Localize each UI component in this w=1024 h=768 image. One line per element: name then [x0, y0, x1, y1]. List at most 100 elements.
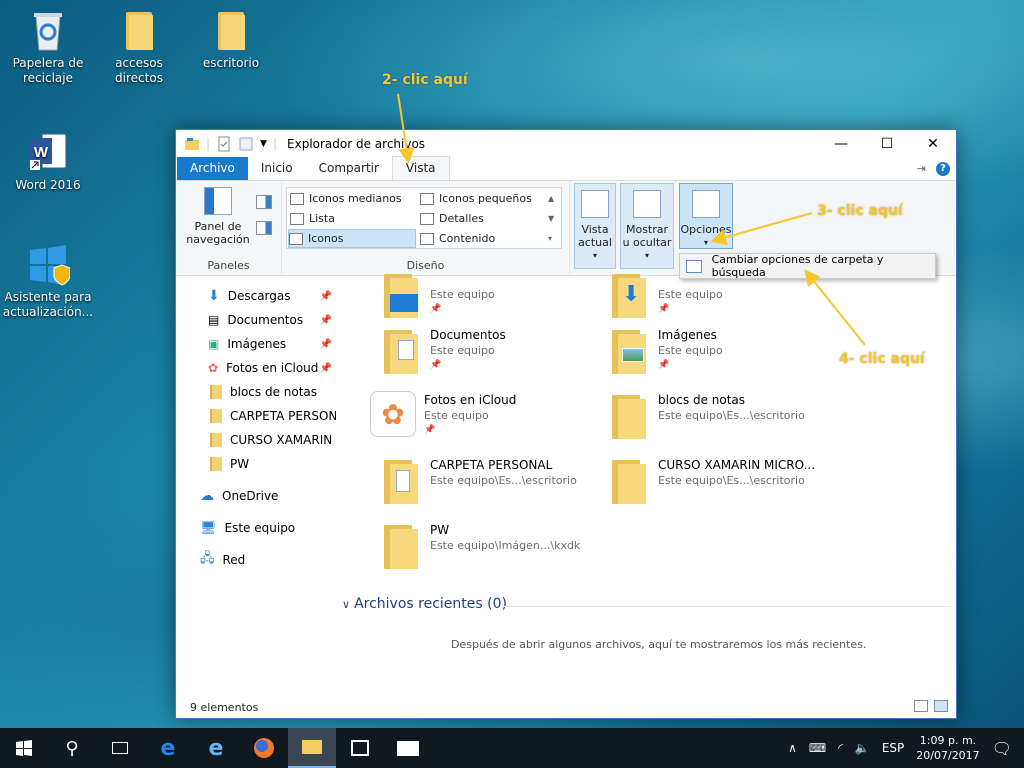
tile-fotos-icloud[interactable]: ✿ Fotos en iCloud Este equipo 📌	[370, 391, 600, 451]
current-view-button[interactable]: Vista actual ▾	[574, 183, 616, 269]
tab-vista[interactable]: Vista	[391, 156, 450, 180]
action-center-icon[interactable]: 🗨	[992, 739, 1012, 758]
tile-blocs-notas[interactable]: blocs de notas Este equipo\Es...\escrito…	[606, 391, 836, 451]
window-title: Explorador de archivos	[287, 137, 426, 151]
task-view-icon[interactable]	[96, 728, 144, 768]
layout-content[interactable]: Contenido	[420, 229, 546, 248]
recent-files-header[interactable]: ∨ Archivos recientes (0)	[342, 596, 507, 612]
tile-imagenes[interactable]: Imágenes Este equipo 📌	[606, 326, 836, 386]
divider	[502, 606, 950, 607]
chevron-down-icon[interactable]: ▼	[260, 139, 267, 149]
pin-icon: 📌	[319, 290, 332, 302]
wifi-icon[interactable]: ◜	[838, 741, 843, 755]
options-button[interactable]: Opciones ▾	[679, 183, 733, 249]
tile-descargas[interactable]: ⬇ Este equipo 📌	[606, 270, 836, 330]
folder-icon	[612, 460, 648, 504]
language-indicator[interactable]: ESP	[882, 741, 904, 755]
close-button[interactable]: ✕	[910, 130, 956, 158]
word-icon: W	[26, 130, 70, 174]
pin-ribbon-icon[interactable]: ⇥	[917, 162, 926, 176]
nav-item-pw[interactable]: PW	[176, 452, 336, 476]
large-icons-view-icon[interactable]	[934, 700, 948, 712]
new-folder-icon[interactable]	[238, 136, 254, 152]
properties-icon[interactable]	[216, 136, 232, 152]
annotation-step-3: 3- clic aquí	[817, 203, 903, 219]
content-icon	[420, 232, 434, 245]
nav-item-documents[interactable]: ▤ Documentos 📌	[176, 308, 336, 332]
nav-item-onedrive[interactable]: ☁ OneDrive	[176, 484, 336, 508]
taskbar: ⚲ e e ∧ ⌨ ◜ 🔈 ESP 1:09 p. m. 20/07/2017 …	[0, 728, 1024, 768]
help-icon[interactable]: ?	[936, 162, 950, 176]
recycle-bin-icon[interactable]: Papelera de reciclaje	[0, 8, 96, 86]
layout-small-icons[interactable]: Iconos pequeños	[420, 189, 546, 208]
layout-medium-icons[interactable]: Iconos medianos	[290, 189, 416, 208]
tiles-icon	[289, 232, 303, 245]
desktop-folder-accesos[interactable]: accesos directos	[91, 10, 187, 86]
clock[interactable]: 1:09 p. m. 20/07/2017	[916, 733, 979, 763]
nav-item-carpeta-personal[interactable]: CARPETA PERSONAL	[176, 404, 336, 428]
nav-item-downloads[interactable]: ⬇ Descargas 📌	[176, 284, 336, 308]
tab-archivo[interactable]: Archivo	[177, 157, 248, 180]
layout-details[interactable]: Detalles	[420, 209, 546, 228]
file-explorer-taskbar-icon[interactable]	[288, 728, 336, 768]
minimize-button[interactable]: —	[818, 130, 864, 158]
mail-icon[interactable]	[384, 728, 432, 768]
options-icon	[692, 190, 720, 218]
nav-item-pictures[interactable]: ▣ Imágenes 📌	[176, 332, 336, 356]
tab-inicio[interactable]: Inicio	[248, 157, 306, 180]
nav-item-icloud-photos[interactable]: ✿ Fotos en iCloud 📌	[176, 356, 336, 380]
start-button[interactable]	[0, 728, 48, 768]
tab-compartir[interactable]: Compartir	[306, 157, 392, 180]
show-hide-label: Mostrar u ocultar	[622, 223, 672, 249]
nav-pane-label: Panel de navegación	[186, 220, 250, 246]
pin-icon: 📌	[430, 360, 442, 370]
desktop-folder-escritorio[interactable]: escritorio	[183, 10, 279, 71]
current-view-label: Vista actual	[578, 223, 612, 249]
edge-icon[interactable]: e	[144, 728, 192, 768]
chevron-down-icon: ▾	[644, 251, 649, 260]
layout-list[interactable]: Lista	[290, 209, 416, 228]
medium-icons-icon	[290, 192, 304, 205]
tile-carpeta-personal[interactable]: CARPETA PERSONAL Este equipo\Es...\escri…	[378, 456, 608, 516]
navigation-pane: ⬇ Descargas 📌 ▤ Documentos 📌 ▣ Imágenes 📌 ✿ Fot…	[176, 278, 336, 696]
chevron-up-icon[interactable]: ∧	[788, 741, 797, 755]
details-pane-icon[interactable]	[256, 221, 272, 235]
nav-item-network[interactable]: 🖧 Red	[176, 548, 336, 572]
downloads-folder-icon: ⬇	[612, 274, 648, 318]
ribbon-tabs: Archivo Inicio Compartir Vista ⇥ ?	[176, 156, 956, 181]
svg-text:W: W	[34, 144, 49, 161]
document-icon: ▤	[208, 313, 220, 327]
layout-tiles[interactable]: Iconos	[288, 229, 416, 248]
gallery-scroll[interactable]: ▲ ▼ ▾	[548, 189, 554, 249]
folder-icon	[612, 395, 648, 439]
tile-escritorio[interactable]: Este equipo 📌	[378, 270, 608, 330]
windows-update-assistant[interactable]: Asistente para actualización...	[0, 242, 96, 320]
tile-pw[interactable]: PW Este equipo\Imágen...\kxdk	[378, 521, 608, 581]
folder-icon	[210, 409, 222, 423]
folder-icon	[210, 385, 222, 399]
ime-icon[interactable]: ⌨	[809, 741, 826, 755]
pin-icon: 📌	[424, 425, 436, 435]
firefox-icon[interactable]	[240, 728, 288, 768]
nav-item-this-pc[interactable]: 🖥 Este equipo	[176, 516, 336, 540]
internet-explorer-icon[interactable]: e	[192, 728, 240, 768]
volume-icon[interactable]: 🔈	[855, 741, 870, 755]
tile-curso-xamarin[interactable]: CURSO XAMARIN MICRO... Este equipo\Es...…	[606, 456, 836, 516]
nav-item-blocs[interactable]: blocs de notas	[176, 380, 336, 404]
word-2016-shortcut[interactable]: W Word 2016	[0, 130, 96, 193]
desktop-label: escritorio	[202, 56, 260, 70]
show-hide-button[interactable]: Mostrar u ocultar ▾	[620, 183, 674, 269]
pin-icon: 📌	[319, 362, 332, 374]
explorer-icon	[184, 136, 200, 152]
tile-documentos[interactable]: Documentos Este equipo 📌	[378, 326, 608, 386]
options-label: Opciones	[680, 223, 732, 236]
nav-pane-button[interactable]: Panel de navegación	[184, 187, 252, 246]
preview-pane-icon[interactable]	[256, 195, 272, 209]
details-view-icon[interactable]	[914, 700, 928, 712]
store-icon[interactable]	[336, 728, 384, 768]
options-dropdown-item[interactable]: Cambiar opciones de carpeta y búsqueda	[679, 253, 936, 279]
maximize-button[interactable]: ☐	[864, 130, 910, 158]
pin-icon: 📌	[319, 314, 332, 326]
nav-item-curso-xamarin[interactable]: CURSO XAMARIN MICRO...	[176, 428, 336, 452]
search-icon[interactable]: ⚲	[48, 728, 96, 768]
